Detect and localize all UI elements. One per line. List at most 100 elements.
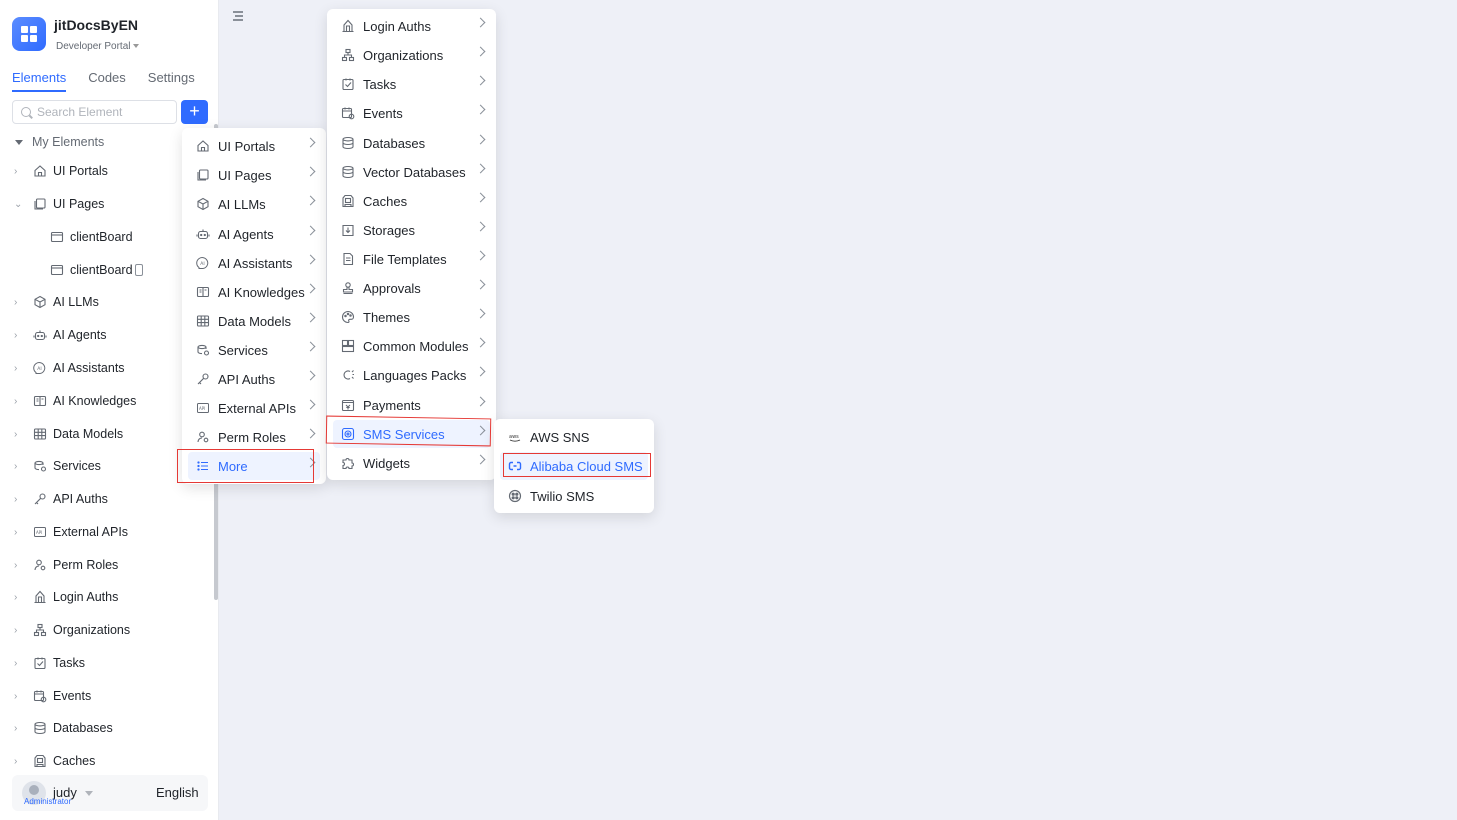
task-icon [341, 77, 355, 91]
tree-item-external-apis[interactable]: › API External APIs [0, 520, 210, 544]
chevron-down-icon[interactable]: ⌄ [14, 199, 22, 210]
menu-item-twilio-sms[interactable]: Twilio SMS [500, 482, 648, 510]
menu-item-file-templates[interactable]: File Templates [333, 245, 490, 273]
menu-item-approvals[interactable]: Approvals [333, 274, 490, 302]
chevron-right-icon[interactable]: › [14, 658, 22, 669]
tree-item-login-auths[interactable]: › Login Auths [0, 585, 210, 609]
chevron-right-icon[interactable]: › [14, 461, 22, 472]
language-switcher[interactable]: English [156, 785, 199, 800]
chevron-right-icon [305, 137, 316, 148]
tree-item-clientboard-2[interactable]: clientBoard [0, 225, 210, 249]
chevron-right-icon[interactable]: › [14, 527, 22, 538]
chevron-right-icon[interactable]: › [14, 723, 22, 734]
tree-group-my-elements[interactable]: My Elements [0, 130, 210, 154]
tree-item-api-auths[interactable]: › API Auths [0, 487, 210, 511]
menu-item-databases[interactable]: Databases [333, 129, 490, 157]
tree-item-ai-assistants[interactable]: › AI AI Assistants [0, 356, 210, 380]
language-icon [341, 368, 355, 382]
tree-item-ui-pages[interactable]: ⌄ UI Pages [0, 192, 210, 216]
gate-icon [33, 590, 47, 604]
tree-item-label: Caches [53, 754, 96, 768]
aws-icon: aws [508, 430, 522, 444]
chevron-right-icon[interactable]: › [14, 625, 22, 636]
menu-item-ai-assistants[interactable]: AI AI Assistants [188, 249, 320, 277]
menu-item-api-auths[interactable]: API Auths [188, 365, 320, 393]
menu-item-themes[interactable]: Themes [333, 303, 490, 331]
chevron-right-icon[interactable]: › [14, 166, 22, 177]
menu-item-tasks[interactable]: Tasks [333, 70, 490, 98]
menu-item-events[interactable]: Events [333, 99, 490, 127]
chevron-right-icon [475, 46, 486, 57]
tree-item-tasks[interactable]: › Tasks [0, 651, 210, 675]
module-icon [341, 339, 355, 353]
tree-item-ui-portals[interactable]: › UI Portals [0, 159, 210, 183]
tab-elements[interactable]: Elements [12, 70, 67, 92]
menu-item-login-auths[interactable]: Login Auths [333, 12, 490, 40]
chevron-right-icon[interactable]: › [14, 592, 22, 603]
tree-item-label: UI Portals [53, 164, 108, 178]
collapse-sidebar-icon[interactable] [229, 10, 243, 22]
menu-item-widgets[interactable]: Widgets [333, 449, 490, 477]
chevron-right-icon[interactable]: › [14, 297, 22, 308]
tab-settings[interactable]: Settings [148, 70, 195, 92]
chevron-right-icon[interactable]: › [14, 396, 22, 407]
chevron-right-icon [475, 366, 486, 377]
chevron-right-icon[interactable]: › [14, 429, 22, 440]
menu-item-perm-roles[interactable]: Perm Roles [188, 423, 320, 451]
chevron-right-icon[interactable]: › [14, 560, 22, 571]
tree-item-label: Services [53, 459, 101, 473]
menu-item-vector-databases[interactable]: Vector Databases [333, 158, 490, 186]
menu-item-ai-agents[interactable]: AI Agents [188, 220, 320, 248]
org-icon [341, 48, 355, 62]
tree-item-ai-knowledges[interactable]: › AI Knowledges [0, 389, 210, 413]
stamp-icon [341, 281, 355, 295]
tree-item-data-models[interactable]: › Data Models [0, 422, 210, 446]
menu-item-organizations[interactable]: Organizations [333, 41, 490, 69]
app-logo-icon[interactable] [12, 17, 46, 51]
search-input[interactable]: Search Element [12, 100, 177, 124]
caret-down-icon[interactable] [85, 791, 93, 796]
chevron-right-icon [475, 134, 486, 145]
menu-item-caches[interactable]: Caches [333, 187, 490, 215]
ai-icon: AI [33, 361, 47, 375]
menu-item-label: Databases [363, 135, 426, 151]
menu-item-ui-portals[interactable]: UI Portals [188, 132, 320, 160]
window-icon [50, 263, 64, 277]
menu-item-storages[interactable]: Storages [333, 216, 490, 244]
menu-item-ai-llms[interactable]: AI LLMs [188, 190, 320, 218]
svg-text:aws: aws [509, 434, 519, 440]
tab-codes[interactable]: Codes [88, 70, 126, 92]
user-icon [196, 430, 210, 444]
tree-item-organizations[interactable]: › Organizations [0, 618, 210, 642]
storage-icon [341, 223, 355, 237]
portal-switcher[interactable]: Developer Portal [56, 41, 140, 52]
tree-item-events[interactable]: › Events [0, 684, 210, 708]
menu-item-payments[interactable]: Payments [333, 391, 490, 419]
chevron-right-icon[interactable]: › [14, 330, 22, 341]
tree-item-databases[interactable]: › Databases [0, 716, 210, 740]
menu-item-aws-sns[interactable]: aws AWS SNS [500, 423, 648, 451]
menu-item-label: External APIs [218, 400, 297, 416]
tree-item-ai-agents[interactable]: › AI Agents [0, 323, 210, 347]
menu-item-common-modules[interactable]: Common Modules [333, 332, 490, 360]
add-element-button[interactable]: + [181, 100, 208, 124]
tree-item-label: AI LLMs [53, 295, 99, 309]
chevron-right-icon[interactable]: › [14, 756, 22, 767]
chevron-right-icon[interactable]: › [14, 691, 22, 702]
chevron-right-icon [475, 396, 486, 407]
menu-item-services[interactable]: Services [188, 336, 320, 364]
menu-item-label: Widgets [363, 455, 410, 471]
menu-item-data-models[interactable]: Data Models [188, 307, 320, 335]
tree-item-caches[interactable]: › Caches [0, 749, 210, 773]
home-icon [33, 164, 47, 178]
menu-item-ai-knowledges[interactable]: AI Knowledges [188, 278, 320, 306]
menu-item-label: AI Knowledges [218, 284, 305, 300]
chevron-right-icon[interactable]: › [14, 494, 22, 505]
tree-item-clientboard-3[interactable]: clientBoard [0, 258, 210, 282]
tree-item-perm-roles[interactable]: › Perm Roles [0, 553, 210, 577]
menu-item-ui-pages[interactable]: UI Pages [188, 161, 320, 189]
menu-item-languages-packs[interactable]: Languages Packs [333, 361, 490, 389]
menu-item-external-apis[interactable]: API External APIs [188, 394, 320, 422]
chevron-right-icon[interactable]: › [14, 363, 22, 374]
tree-item-ai-llms[interactable]: › AI LLMs [0, 290, 210, 314]
